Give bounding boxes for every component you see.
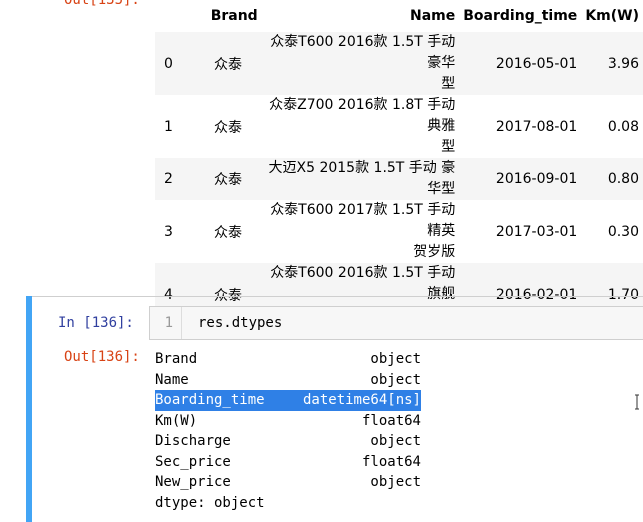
cell-name-line2: 贺岁版: [413, 244, 456, 260]
dtype-value: object: [370, 474, 421, 490]
dtype-footer: dtype: object: [155, 493, 421, 514]
cell-boarding-time: 2017-08-01: [495, 118, 578, 135]
dtype-row[interactable]: Brand object: [155, 349, 421, 370]
row-index: 2: [164, 171, 173, 187]
cell-brand: 众泰: [214, 56, 243, 73]
table-header-row: Brand Name Boarding_time Km(W): [155, 0, 643, 32]
column-header-km: Km(W): [585, 8, 639, 24]
output-cell-135: Out[135]: Brand Name Boarding_time Km(W)…: [0, 0, 643, 326]
row-index: 3: [164, 223, 173, 240]
dtype-value: object: [370, 371, 421, 388]
dtype-column-name: Brand: [155, 351, 198, 367]
cell-boarding-time: 2017-03-01: [495, 223, 578, 240]
in-prompt: In [136]:: [58, 315, 134, 331]
cell-name-line2: 型: [441, 76, 456, 92]
cell-name-line2: 型: [441, 139, 456, 155]
dtype-row[interactable]: Sec_price float64: [155, 452, 421, 473]
table-row: 1 众泰 众泰Z700 2016款 1.8T 手动 典雅型 2017-08-01…: [155, 95, 643, 158]
dtype-value: object: [370, 351, 421, 367]
dtype-row-selected[interactable]: Boarding_time datetime64[ns]: [155, 390, 421, 411]
cell-name-line1: 众泰T600 2017款 1.5T 手动 精英: [270, 202, 456, 239]
cell-brand: 众泰: [214, 119, 243, 136]
dtype-column-name: Name: [155, 371, 189, 388]
cell-divider: [32, 296, 643, 297]
cell-name: 众泰T600 2017款 1.5T 手动 精英贺岁版: [262, 200, 460, 263]
cell-name: 众泰Z700 2016款 1.8T 手动 典雅型: [262, 95, 460, 158]
cell-km: 0.30: [607, 223, 639, 240]
column-header-boarding-time: Boarding_time: [463, 8, 578, 24]
dtype-row[interactable]: Discharge object: [155, 431, 421, 452]
row-index: 1: [164, 118, 173, 135]
cell-brand: 众泰: [214, 172, 243, 188]
table-row: 3 众泰 众泰T600 2017款 1.5T 手动 精英贺岁版 2017-03-…: [155, 200, 643, 263]
dtype-footer-text: dtype: object: [155, 494, 265, 511]
cell-brand: 众泰: [214, 224, 243, 241]
cell-boarding-time: 2016-09-01: [495, 171, 578, 187]
column-header-index: [155, 0, 194, 32]
dtype-value: datetime64[ns]: [302, 392, 421, 408]
dtype-value: float64: [361, 412, 421, 429]
dtype-column-name: Discharge: [155, 433, 231, 449]
dtype-column-name: New_price: [155, 474, 231, 490]
line-number: 1: [150, 307, 182, 339]
dtype-column-name: Sec_price: [155, 453, 231, 470]
dtype-value: float64: [361, 453, 421, 470]
dtype-row[interactable]: Name object: [155, 370, 421, 391]
dtypes-output[interactable]: Brand object Name object Boarding_time date…: [155, 349, 421, 513]
cell-km: 0.80: [607, 171, 639, 187]
code-input-area[interactable]: 1 res.dtypes: [149, 306, 643, 340]
selected-cell-indicator: [26, 296, 32, 522]
cell-boarding-time: 2016-05-01: [495, 55, 578, 72]
cell-name-line1: 众泰Z700 2016款 1.8T 手动 典雅: [269, 97, 456, 134]
dtype-value: object: [370, 433, 421, 449]
dtype-row[interactable]: New_price object: [155, 472, 421, 493]
code-cell-136[interactable]: In [136]: 1 res.dtypes Out[136]: Brand ob…: [26, 296, 643, 522]
cell-km: 3.96: [607, 55, 639, 72]
code-text[interactable]: res.dtypes: [198, 307, 282, 339]
text-cursor-icon: [634, 394, 642, 414]
cell-name: 众泰T600 2016款 1.5T 手动 豪华型: [262, 32, 460, 95]
cell-name: 大迈X5 2015款 1.5T 手动 豪华型: [262, 158, 460, 200]
dtype-column-name: Km(W): [155, 412, 198, 429]
dataframe-table: Brand Name Boarding_time Km(W) 0 众泰 众泰T6…: [155, 0, 643, 326]
table-row: 2 众泰 大迈X5 2015款 1.5T 手动 豪华型 2016-09-01 0…: [155, 158, 643, 200]
table-row: 0 众泰 众泰T600 2016款 1.5T 手动 豪华型 2016-05-01…: [155, 32, 643, 95]
column-header-name: Name: [410, 8, 456, 24]
cell-km: 0.08: [607, 118, 639, 135]
cell-name-line1: 众泰T600 2016款 1.5T 手动 豪华: [270, 34, 456, 71]
column-header-brand: Brand: [210, 8, 258, 24]
out-prompt: Out[136]:: [64, 349, 140, 365]
dtype-row[interactable]: Km(W) float64: [155, 411, 421, 432]
cell-name-line1: 大迈X5 2015款 1.5T 手动 豪华型: [268, 160, 456, 197]
dtype-column-name: Boarding_time: [155, 392, 265, 408]
row-index: 0: [164, 55, 173, 72]
out-prompt-135: Out[135]:: [64, 0, 140, 8]
